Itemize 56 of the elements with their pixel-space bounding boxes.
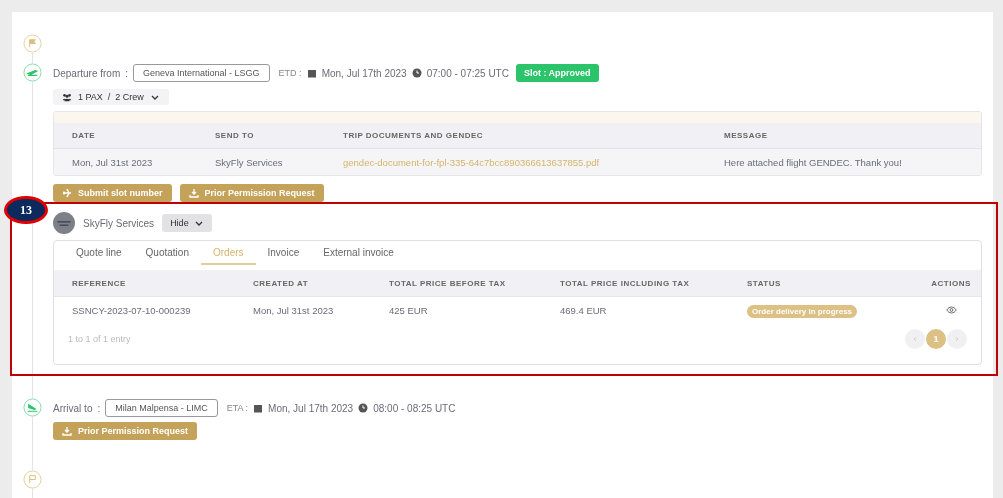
tab[interactable]: Invoice: [255, 241, 312, 265]
entries-count: 1 to 1 of 1 entry: [68, 334, 131, 344]
calendar-icon: [306, 68, 317, 78]
column-header: TOTAL PRICE BEFORE TAX: [388, 278, 507, 288]
table-cell-text: SkyFly Services: [214, 156, 284, 168]
column-header: MESSAGE: [723, 131, 769, 140]
chevron-right-icon: [953, 335, 961, 343]
crew-dropdown[interactable]: 1 PAX / 2 Crew: [53, 89, 169, 105]
airport-field: Geneva International - LSGG: [133, 64, 270, 82]
arrival-time: 08:00 - 08:25 UTC: [373, 402, 456, 414]
etd-label: ETD :: [278, 68, 302, 78]
status-badge: Order delivery in progress: [747, 304, 858, 318]
airport-field: Milan Malpensa - LIMC: [105, 399, 218, 417]
eta-label: ETA :: [226, 403, 249, 413]
table-cell-text: Mon, Jul 31st 2023: [71, 156, 154, 168]
departure-label: Departure from: [53, 67, 121, 79]
arrival-date: Mon, Jul 17th 2023: [268, 402, 354, 414]
tab[interactable]: Quote line: [64, 241, 134, 265]
table-cell-text: 425 EUR: [388, 304, 429, 316]
next-page-button[interactable]: [947, 329, 967, 349]
table-cell-text: Mon, Jul 31st 2023: [252, 304, 335, 316]
tab[interactable]: Quotation: [133, 241, 201, 265]
clock-icon: [358, 403, 369, 413]
column-header: TRIP DOCUMENTS AND GENDEC: [342, 131, 485, 140]
column-header: CREATED AT: [252, 278, 310, 288]
table-cell-text: SSNCY-2023-07-10-000239: [71, 304, 192, 316]
column-header: SEND TO: [214, 131, 255, 140]
departure-time: 07:00 - 07:25 UTC: [426, 67, 509, 79]
flag-icon: [23, 34, 42, 53]
download-icon: [188, 188, 199, 198]
separator: :: [97, 402, 101, 414]
provider-logo-icon: [53, 212, 75, 234]
download-icon: [62, 426, 72, 436]
landing-icon: [23, 398, 42, 417]
slot-status-badge: Slot : Approved: [515, 64, 599, 82]
takeoff-icon: [23, 63, 42, 82]
arrival-label: Arrival to: [53, 402, 93, 414]
table-cell-text: 469.4 EUR: [559, 304, 608, 316]
plane-icon: [62, 188, 72, 198]
view-icon[interactable]: [945, 306, 957, 314]
step-number-badge: 13: [4, 196, 48, 224]
tab[interactable]: External invoice: [311, 241, 406, 265]
clock-icon: [411, 68, 422, 78]
column-header: DATE: [71, 131, 97, 140]
departure-date: Mon, Jul 17th 2023: [321, 67, 407, 79]
column-header: STATUS: [746, 278, 782, 288]
provider-name: SkyFly Services: [83, 217, 155, 229]
hide-dropdown[interactable]: Hide: [162, 214, 212, 232]
chevron-left-icon: [911, 335, 919, 343]
calendar-icon: [253, 403, 264, 413]
previous-page-button[interactable]: [905, 329, 925, 349]
column-header: REFERENCE: [71, 278, 127, 288]
separator: :: [125, 67, 129, 79]
table-cell-text: Here attached flight GENDEC. Thank you!: [723, 156, 903, 168]
column-header: ACTIONS: [930, 278, 972, 288]
column-header: TOTAL PRICE INCLUDING TAX: [559, 278, 691, 288]
